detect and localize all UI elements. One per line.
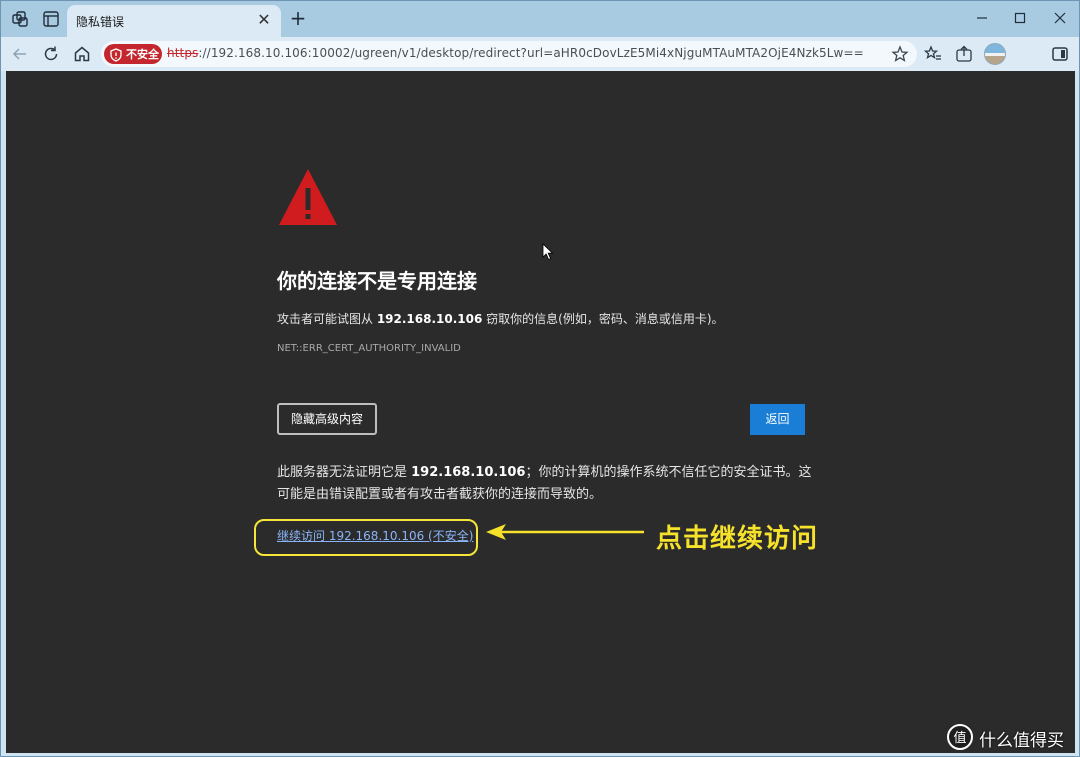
detail-prefix: 此服务器无法证明它是 xyxy=(277,465,412,480)
error-code: NET::ERR_CERT_AUTHORITY_INVALID xyxy=(277,343,461,354)
title-bar: 隐私错误 ✕ + xyxy=(1,1,1079,37)
svg-text:值: 值 xyxy=(953,730,966,746)
maximize-icon[interactable] xyxy=(1008,7,1032,29)
url-scheme: https xyxy=(167,46,199,60)
favorites-list-icon[interactable] xyxy=(923,44,943,64)
desc-suffix: 窃取你的信息(例如，密码、消息或信用卡)。 xyxy=(482,312,724,326)
warning-description: 攻击者可能试图从 192.168.10.106 窃取你的信息(例如，密码、消息或… xyxy=(277,310,724,327)
refresh-icon[interactable] xyxy=(41,44,61,64)
hide-advanced-button[interactable]: 隐藏高级内容 xyxy=(277,403,377,435)
home-icon[interactable] xyxy=(72,44,92,64)
minimize-icon[interactable] xyxy=(970,7,994,29)
sidebar-toggle-icon[interactable] xyxy=(1050,44,1070,64)
proceed-unsafe-link[interactable]: 继续访问 192.168.10.106 (不安全) xyxy=(277,527,473,544)
annotation-label: 点击继续访问 xyxy=(656,524,819,554)
back-arrow-icon[interactable] xyxy=(10,44,30,64)
privacy-error-page: 你的连接不是专用连接 攻击者可能试图从 192.168.10.106 窃取你的信… xyxy=(6,71,1075,753)
mouse-cursor-icon xyxy=(542,243,554,261)
workspaces-icon[interactable] xyxy=(10,9,30,29)
tab-title: 隐私错误 xyxy=(76,15,125,29)
watermark-logo-icon: 值 xyxy=(947,724,973,750)
close-window-icon[interactable] xyxy=(1048,7,1072,29)
tab-privacy-error[interactable]: 隐私错误 ✕ xyxy=(67,5,281,37)
warning-triangle-icon xyxy=(277,167,339,227)
page-title: 你的连接不是专用连接 xyxy=(277,269,477,293)
back-to-safety-button[interactable]: 返回 xyxy=(750,404,805,435)
tab-close-icon[interactable]: ✕ xyxy=(255,11,273,29)
not-secure-label: 不安全 xyxy=(126,48,159,61)
profile-avatar[interactable] xyxy=(984,43,1006,65)
share-icon[interactable] xyxy=(954,44,974,64)
url-rest: ://192.168.10.106:10002/ugreen/v1/deskto… xyxy=(198,46,864,60)
advanced-details: 此服务器无法证明它是 192.168.10.106；你的计算机的操作系统不信任它… xyxy=(277,462,817,506)
tab-actions-icon[interactable] xyxy=(41,9,61,29)
shield-warning-icon xyxy=(110,47,122,62)
url-text[interactable]: https://192.168.10.106:10002/ugreen/v1/d… xyxy=(167,46,864,60)
address-bar[interactable]: 不安全 https://192.168.10.106:10002/ugreen/… xyxy=(101,41,917,67)
desc-prefix: 攻击者可能试图从 xyxy=(277,312,377,326)
desc-host: 192.168.10.106 xyxy=(376,312,483,326)
detail-host: 192.168.10.106 xyxy=(411,465,526,480)
browser-window: 隐私错误 ✕ + 不安全 https://192.168.10.106:1000… xyxy=(0,0,1080,757)
watermark-text: 什么值得买 xyxy=(979,731,1064,751)
new-tab-button[interactable]: + xyxy=(287,7,309,29)
navigation-bar: 不安全 https://192.168.10.106:10002/ugreen/… xyxy=(1,37,1079,71)
annotation-arrow-icon xyxy=(484,521,646,543)
favorite-star-icon[interactable] xyxy=(891,45,909,63)
not-secure-badge[interactable]: 不安全 xyxy=(104,44,162,64)
